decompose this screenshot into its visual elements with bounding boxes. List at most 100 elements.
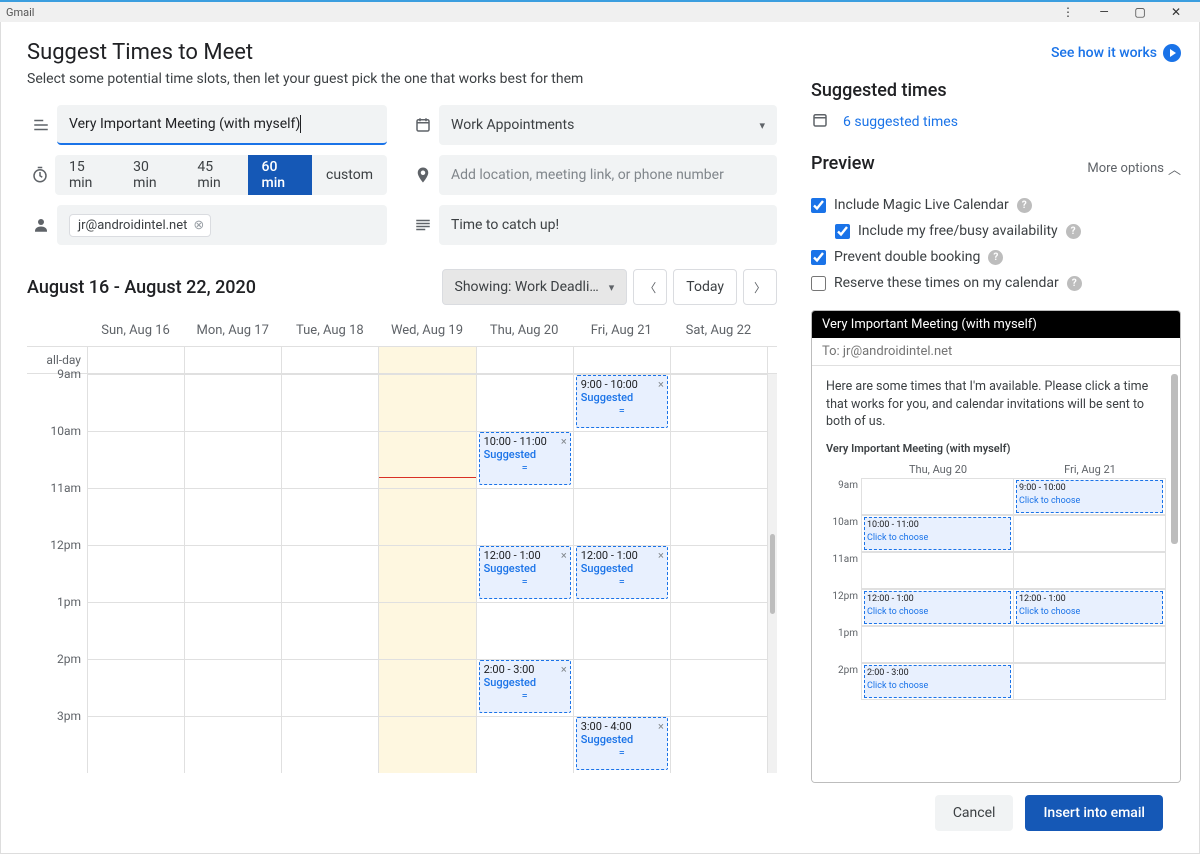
help-icon[interactable]: ? [1017, 198, 1032, 213]
day-column[interactable]: 9:00 - 10:00Suggested=× 12:00 - 1:00Sugge… [573, 374, 670, 773]
mini-suggested-event[interactable]: 2:00 - 3:00Click to choose [864, 665, 1011, 698]
mini-cell[interactable]: 12:00 - 1:00Click to choose [1013, 589, 1166, 626]
suggested-event[interactable]: 12:00 - 1:00Suggested=× [576, 546, 668, 599]
suggested-event[interactable]: 2:00 - 3:00Suggested=× [479, 660, 571, 713]
description-value: Time to catch up! [451, 217, 559, 233]
meeting-title-input[interactable]: Very Important Meeting (with myself) [57, 105, 387, 145]
more-vert-icon[interactable]: ⋮ [1050, 5, 1086, 19]
option-include-magic[interactable]: Include Magic Live Calendar ? [811, 192, 1181, 218]
calendar-filter-select[interactable]: Showing: Work Deadli… ▾ [442, 269, 628, 305]
mini-cell[interactable] [1013, 515, 1166, 552]
event-remove-icon[interactable]: × [561, 435, 567, 448]
option-prevent-double[interactable]: Prevent double booking ? [811, 244, 1181, 270]
mini-suggested-event[interactable]: 12:00 - 1:00Click to choose [864, 591, 1011, 624]
mini-cell[interactable]: 9:00 - 10:00Click to choose [1013, 478, 1166, 515]
window-maximize-icon[interactable]: ▢ [1122, 5, 1158, 19]
mini-cell[interactable]: 2:00 - 3:00Click to choose [861, 663, 1014, 700]
day-column[interactable] [281, 374, 378, 773]
day-header: Thu, Aug 20 [476, 323, 573, 338]
next-week-button[interactable]: 〉 [743, 269, 777, 305]
include-freebusy-checkbox[interactable] [835, 224, 850, 239]
day-column[interactable] [378, 374, 475, 773]
day-column[interactable]: 10:00 - 11:00Suggested=× 12:00 - 1:00Sugg… [476, 374, 573, 773]
day-header: Sat, Aug 22 [670, 323, 767, 338]
reserve-checkbox[interactable] [811, 276, 826, 291]
duration-option-30min[interactable]: 30 min [119, 155, 183, 195]
allday-cell[interactable] [281, 347, 378, 373]
attendee-chip[interactable]: jr@androidintel.net ⊗ [69, 214, 211, 237]
chip-remove-icon[interactable]: ⊗ [193, 218, 204, 233]
help-icon[interactable]: ? [988, 250, 1003, 265]
calendar-scrollbar[interactable] [767, 374, 777, 773]
mini-cell[interactable] [1013, 552, 1166, 589]
mini-cell[interactable] [861, 626, 1014, 663]
event-remove-icon[interactable]: × [658, 378, 664, 391]
event-remove-icon[interactable]: × [561, 663, 567, 676]
time-label: 10am [27, 424, 87, 481]
help-icon[interactable]: ? [1067, 276, 1082, 291]
mini-cell[interactable] [861, 478, 1014, 515]
include-magic-checkbox[interactable] [811, 198, 826, 213]
day-column[interactable] [184, 374, 281, 773]
duration-option-60min[interactable]: 60 min [248, 155, 312, 195]
email-preview-pane: Very Important Meeting (with myself) To:… [811, 310, 1181, 783]
chevron-up-icon: ︿ [1168, 159, 1181, 178]
option-include-freebusy[interactable]: Include my free/busy availability ? [835, 218, 1181, 244]
see-how-link[interactable]: See how it works [811, 44, 1181, 62]
preview-heading: Preview [811, 153, 875, 174]
mini-time-label: 10am [826, 516, 862, 553]
page-subhead: Select some potential time slots, then l… [27, 71, 777, 87]
event-remove-icon[interactable]: × [561, 549, 567, 562]
location-input[interactable]: Add location, meeting link, or phone num… [439, 155, 777, 195]
suggested-heading: Suggested times [811, 80, 1181, 101]
allday-cell[interactable] [670, 347, 767, 373]
allday-cell[interactable] [573, 347, 670, 373]
mini-suggested-event[interactable]: 12:00 - 1:00Click to choose [1016, 591, 1163, 624]
day-column[interactable] [87, 374, 184, 773]
more-options-toggle[interactable]: More options ︿ [1087, 159, 1181, 178]
mini-cell[interactable] [861, 552, 1014, 589]
allday-cell[interactable] [87, 347, 184, 373]
duration-option-15min[interactable]: 15 min [55, 155, 119, 195]
suggested-event[interactable]: 10:00 - 11:00Suggested=× [479, 432, 571, 485]
mini-suggested-event[interactable]: 10:00 - 11:00Click to choose [864, 517, 1011, 550]
allday-cell[interactable] [476, 347, 573, 373]
mini-cell[interactable]: 12:00 - 1:00Click to choose [861, 589, 1014, 626]
calendar-select[interactable]: Work Appointments ▾ [439, 105, 777, 145]
suggested-event[interactable]: 9:00 - 10:00Suggested=× [576, 375, 668, 428]
suggested-event[interactable]: 12:00 - 1:00Suggested=× [479, 546, 571, 599]
preview-scrollbar[interactable] [1171, 374, 1178, 544]
cancel-button[interactable]: Cancel [935, 795, 1014, 831]
day-header: Wed, Aug 19 [378, 323, 475, 338]
mini-cell[interactable]: 10:00 - 11:00Click to choose [861, 515, 1014, 552]
day-header: Sun, Aug 16 [87, 323, 184, 338]
duration-option-45min[interactable]: 45 min [183, 155, 247, 195]
attendees-input[interactable]: jr@androidintel.net ⊗ [57, 205, 387, 245]
day-header: Fri, Aug 21 [573, 323, 670, 338]
insert-email-button[interactable]: Insert into email [1025, 795, 1163, 831]
prev-week-button[interactable]: 〈 [633, 269, 667, 305]
help-icon[interactable]: ? [1066, 224, 1081, 239]
suggested-event[interactable]: 3:00 - 4:00Suggested=× [576, 717, 668, 770]
allday-cell[interactable] [378, 347, 475, 373]
day-header: Mon, Aug 17 [184, 323, 281, 338]
today-button[interactable]: Today [673, 269, 737, 305]
window-close-icon[interactable]: ✕ [1158, 5, 1194, 19]
time-label: 11am [27, 481, 87, 538]
prevent-double-checkbox[interactable] [811, 250, 826, 265]
day-column[interactable] [670, 374, 767, 773]
suggested-count-link[interactable]: 6 suggested times [843, 114, 958, 130]
mini-suggested-event[interactable]: 9:00 - 10:00Click to choose [1016, 480, 1163, 513]
event-remove-icon[interactable]: × [658, 720, 664, 733]
mini-cell[interactable] [1013, 626, 1166, 663]
window-minimize-icon[interactable]: — [1086, 5, 1122, 19]
allday-cell[interactable] [184, 347, 281, 373]
option-reserve[interactable]: Reserve these times on my calendar ? [811, 270, 1181, 296]
mini-cell[interactable] [1013, 663, 1166, 700]
time-label: 1pm [27, 595, 87, 652]
page-title: Suggest Times to Meet [27, 40, 777, 65]
event-remove-icon[interactable]: × [658, 549, 664, 562]
email-to-row: To: jr@androidintel.net [812, 338, 1180, 366]
description-input[interactable]: Time to catch up! [439, 205, 777, 245]
duration-option-custom[interactable]: custom [312, 155, 387, 195]
